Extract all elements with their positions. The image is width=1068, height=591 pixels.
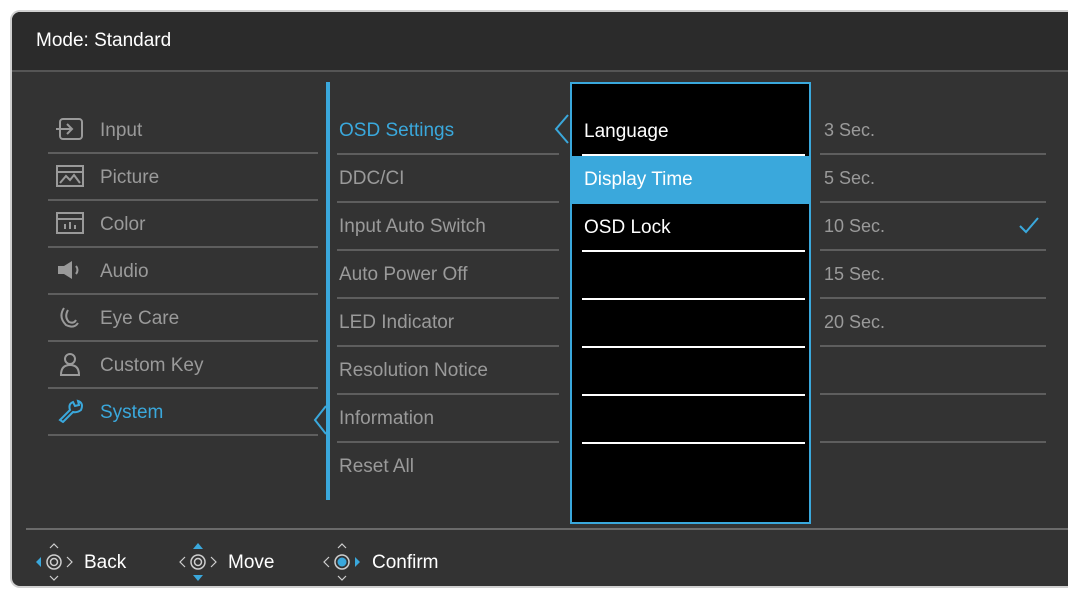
- system-icon: [58, 399, 83, 423]
- menu-item-custom-key[interactable]: Custom Key: [48, 342, 318, 389]
- submenu-item-osd-settings[interactable]: OSD Settings: [337, 107, 559, 155]
- osd-item-label: Language: [584, 121, 669, 142]
- submenu-item-reset-all[interactable]: Reset All: [337, 443, 559, 491]
- menu-item-system[interactable]: System: [48, 389, 318, 436]
- chevron-left-icon: [313, 405, 327, 435]
- footer-divider: [26, 528, 1068, 530]
- menu-item-picture[interactable]: Picture: [48, 154, 318, 201]
- option-label: 20 Sec.: [824, 312, 886, 332]
- menu-item-label: Picture: [100, 167, 160, 188]
- osd-item-language[interactable]: Language: [572, 108, 809, 156]
- move-hint[interactable]: Move: [176, 542, 316, 582]
- menu-item-label: Eye Care: [100, 308, 180, 329]
- osd-item-empty: [572, 396, 809, 444]
- submenu-item-input-auto-switch[interactable]: Input Auto Switch: [337, 203, 559, 251]
- main-menu: Input Picture Color Audio Eye Care Custo…: [48, 107, 318, 436]
- option-15-sec[interactable]: 15 Sec.: [820, 251, 1046, 299]
- confirm-label: Confirm: [372, 552, 439, 573]
- divider-1: [326, 82, 330, 500]
- system-submenu: OSD Settings DDC/CI Input Auto Switch Au…: [337, 107, 559, 491]
- chevron-left-icon: [554, 114, 569, 144]
- back-label: Back: [84, 552, 127, 573]
- menu-item-input[interactable]: Input: [48, 107, 318, 154]
- osd-item-label: Display Time: [584, 169, 693, 190]
- option-3-sec[interactable]: 3 Sec.: [820, 107, 1046, 155]
- audio-icon: [58, 261, 79, 279]
- submenu-item-ddc-ci[interactable]: DDC/CI: [337, 155, 559, 203]
- osd-settings-panel: Language Display Time OSD Lock: [570, 82, 811, 524]
- option-10-sec[interactable]: 10 Sec.: [820, 203, 1046, 251]
- mode-title: Mode: Standard: [36, 30, 172, 51]
- option-label: 5 Sec.: [824, 168, 876, 188]
- submenu-item-auto-power-off[interactable]: Auto Power Off: [337, 251, 559, 299]
- menu-item-label: System: [100, 402, 164, 423]
- option-20-sec[interactable]: 20 Sec.: [820, 299, 1046, 347]
- back-hint[interactable]: Back: [32, 542, 162, 582]
- menu-item-color[interactable]: Color: [48, 201, 318, 248]
- display-time-options: 3 Sec. 5 Sec. 10 Sec. 15 Sec. 20 Sec.: [820, 107, 1046, 443]
- input-icon: [56, 118, 83, 140]
- menu-item-label: Custom Key: [100, 355, 204, 376]
- submenu-item-label: Reset All: [339, 456, 414, 477]
- menu-item-eye-care[interactable]: Eye Care: [48, 295, 318, 342]
- option-empty: [820, 347, 1046, 395]
- menu-item-label: Audio: [100, 261, 149, 282]
- confirm-hint[interactable]: Confirm: [320, 542, 480, 582]
- title-bar: Mode: Standard: [12, 12, 1068, 72]
- submenu-item-label: Information: [339, 408, 435, 429]
- divider: [582, 442, 805, 444]
- menu-item-label: Input: [100, 120, 143, 141]
- submenu-item-label: Auto Power Off: [339, 264, 468, 285]
- submenu-item-label: Resolution Notice: [339, 360, 488, 381]
- custom-key-icon: [59, 353, 81, 376]
- submenu-item-led-indicator[interactable]: LED Indicator: [337, 299, 559, 347]
- submenu-item-label: OSD Settings: [339, 120, 455, 141]
- osd-item-empty: [572, 300, 809, 348]
- joystick-up-down-icon: [179, 543, 217, 581]
- osd-item-osd-lock[interactable]: OSD Lock: [572, 204, 809, 252]
- move-label: Move: [228, 552, 275, 573]
- osd-item-empty: [572, 252, 809, 300]
- color-icon: [56, 212, 84, 234]
- option-empty: [820, 395, 1046, 443]
- submenu-item-label: DDC/CI: [339, 168, 405, 189]
- option-label: 15 Sec.: [824, 264, 886, 284]
- menu-item-audio[interactable]: Audio: [48, 248, 318, 295]
- joystick-press-icon: [323, 543, 360, 581]
- checkmark-icon: [1019, 217, 1039, 234]
- option-label: 10 Sec.: [824, 216, 886, 236]
- option-5-sec[interactable]: 5 Sec.: [820, 155, 1046, 203]
- picture-icon: [56, 165, 84, 187]
- osd-item-display-time[interactable]: Display Time: [572, 156, 809, 204]
- menu-item-label: Color: [100, 214, 146, 235]
- eye-care-icon: [60, 307, 79, 328]
- submenu-item-label: Input Auto Switch: [339, 216, 486, 237]
- submenu-item-label: LED Indicator: [339, 312, 455, 333]
- submenu-item-information[interactable]: Information: [337, 395, 559, 443]
- submenu-item-resolution-notice[interactable]: Resolution Notice: [337, 347, 559, 395]
- option-label: 3 Sec.: [824, 120, 876, 140]
- osd-item-empty: [572, 348, 809, 396]
- joystick-left-icon: [36, 543, 73, 581]
- osd-window: Mode: Standard Input Picture Color Audio…: [10, 10, 1068, 588]
- osd-item-label: OSD Lock: [584, 217, 671, 238]
